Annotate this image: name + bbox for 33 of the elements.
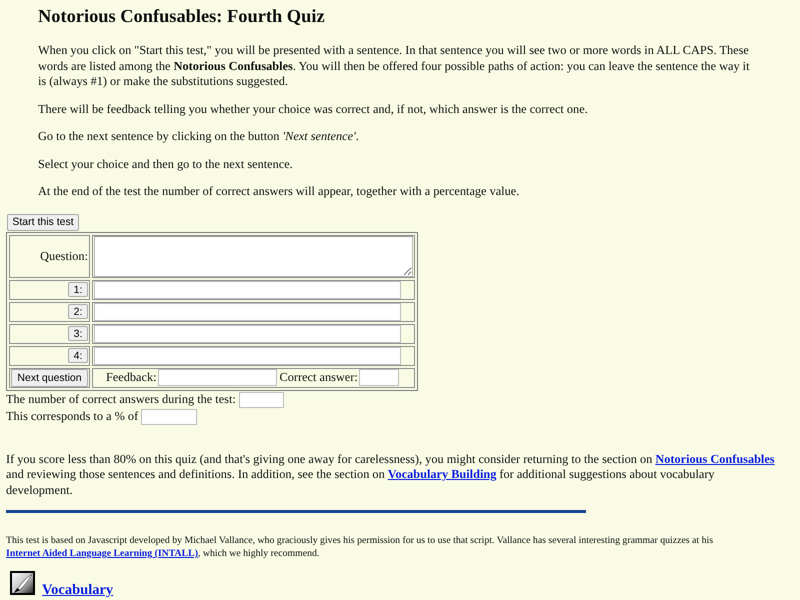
answer-option-field[interactable] xyxy=(94,324,401,342)
result-label: The number of correct answers during the test: xyxy=(6,392,236,406)
instruction-paragraph: Select your choice and then go to the next sentence. xyxy=(38,156,294,172)
page-title: Notorious Confusables: Fourth Quiz xyxy=(38,5,326,28)
instruction-paragraph: Go to the next sentence by clicking on the button 'Next sentence'. xyxy=(38,129,360,144)
percentage-field[interactable] xyxy=(141,408,198,425)
quill-icon xyxy=(10,571,35,595)
answer-option-field[interactable] xyxy=(94,346,401,364)
correct-count-field[interactable] xyxy=(238,392,284,408)
advice-paragraph: If you score less than 80% on this quiz (and that's giving one away for carelessness), you might consider returning to the section on Notorious Confusables and reviewing those sentences and definitions. In addition, see the section on Vocabulary Building for additional suggestions about vocabulary development. xyxy=(6,452,776,498)
instruction-paragraph: There will be feedback telling you whether your choice was correct and, if not, which answer is the correct one. xyxy=(38,102,589,117)
correct-answer-field[interactable] xyxy=(358,369,399,386)
question-field[interactable] xyxy=(94,236,413,276)
vocabulary-link[interactable]: Vocabulary xyxy=(42,583,114,598)
result-label: This corresponds to a % of xyxy=(6,408,138,422)
section-link[interactable]: Vocabulary Building xyxy=(388,467,496,481)
feedback-label: Feedback: xyxy=(106,370,157,384)
correct-answer-label: Correct answer: xyxy=(280,370,358,384)
next-question-button[interactable]: Next question xyxy=(11,368,88,386)
section-link[interactable]: Notorious Confusables xyxy=(655,452,775,466)
answer-choice-button[interactable]: 4: xyxy=(68,348,88,364)
site-link[interactable]: Internet Aided Language Learning (INTALL) xyxy=(6,548,198,559)
answer-choice-button[interactable]: 2: xyxy=(68,304,88,320)
instruction-paragraph: At the end of the test the number of correct answers will appear, together with a percentage value. xyxy=(38,184,520,200)
question-label: Question: xyxy=(40,248,88,262)
start-test-button[interactable]: Start this test xyxy=(7,214,79,230)
answer-option-field[interactable] xyxy=(94,280,401,298)
instruction-paragraph: When you click on "Start this test," you will be presented with a sentence. In that sentence you will see two or more words in ALL CAPS. These words are listed among the Notorious Confusables. You will then be offered four possible paths of action: you can leave the sentence the way it is (always #1) or make the substitutions suggested. xyxy=(38,43,750,90)
answer-choice-button[interactable]: 1: xyxy=(68,282,88,298)
feedback-field[interactable] xyxy=(158,369,277,386)
answer-choice-button[interactable]: 3: xyxy=(68,326,88,342)
credit-paragraph: This test is based on Javascript developed by Michael Vallance, who graciously gives his permission for us to use that script. Vallance has several interesting grammar quizzes at his Internet Aided Language Learning (INTALL), which we highly recommend. xyxy=(6,534,714,560)
answer-option-field[interactable] xyxy=(94,302,401,320)
